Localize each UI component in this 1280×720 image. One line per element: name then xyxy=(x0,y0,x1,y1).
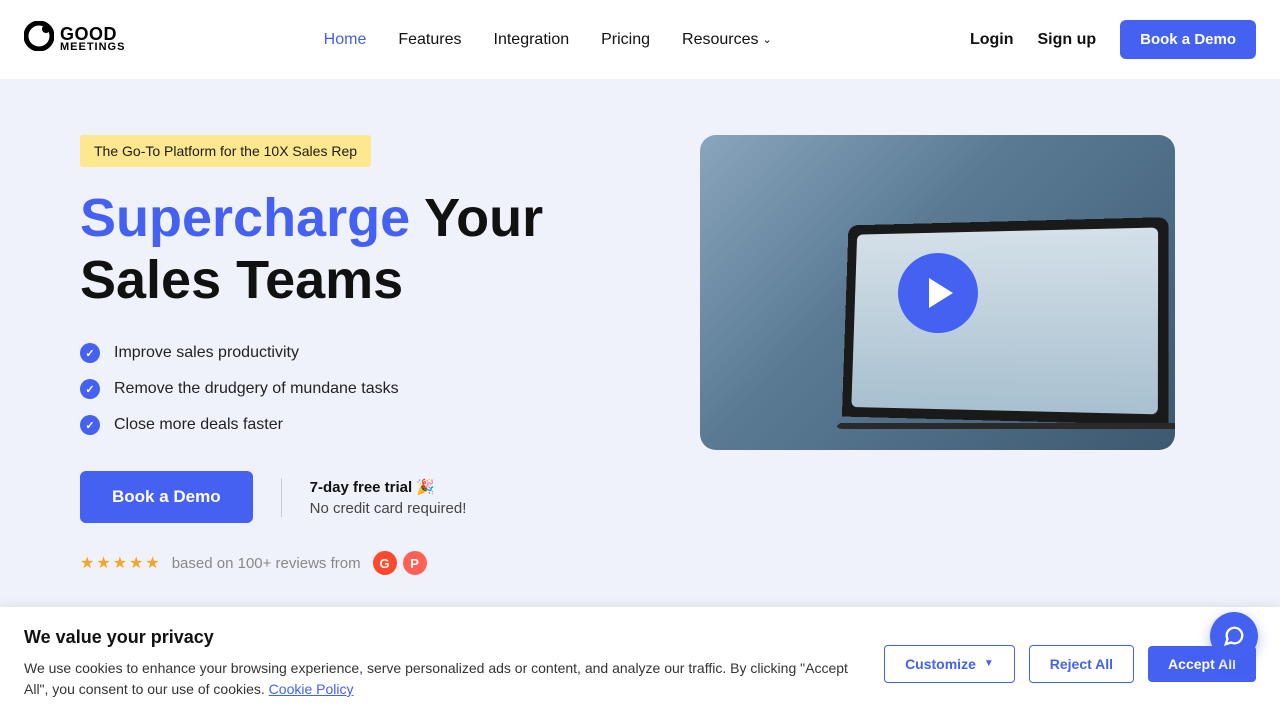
star-icon: ★ xyxy=(96,553,110,573)
cta-row: Book a Demo 7-day free trial 🎉 No credit… xyxy=(80,471,640,523)
play-button[interactable] xyxy=(898,253,978,333)
header-book-demo-button[interactable]: Book a Demo xyxy=(1120,20,1256,59)
laptop-base xyxy=(833,423,1175,429)
video-thumbnail[interactable] xyxy=(700,135,1175,450)
logo-text: GOOD MEETINGS xyxy=(60,26,125,52)
chat-widget[interactable] xyxy=(1210,612,1258,660)
trial-subtitle: No credit card required! xyxy=(310,500,467,517)
feature-item: Close more deals faster xyxy=(80,415,640,435)
cookie-policy-link[interactable]: Cookie Policy xyxy=(269,681,354,697)
cookie-title: We value your privacy xyxy=(24,627,860,648)
main-nav: Home Features Integration Pricing Resour… xyxy=(324,31,772,49)
star-icon: ★ xyxy=(113,553,127,573)
trial-title: 7-day free trial 🎉 xyxy=(310,478,467,496)
hero-video xyxy=(700,135,1175,450)
cookie-desc-text: We use cookies to enhance your browsing … xyxy=(24,660,848,697)
feature-item: Improve sales productivity xyxy=(80,343,640,363)
logo-meetings: MEETINGS xyxy=(60,43,125,53)
feature-text: Remove the drudgery of mundane tasks xyxy=(114,380,399,398)
feature-text: Close more deals faster xyxy=(114,416,283,434)
customize-label: Customize xyxy=(905,656,976,672)
hero-content: The Go-To Platform for the 10X Sales Rep… xyxy=(80,135,640,575)
hero-book-demo-button[interactable]: Book a Demo xyxy=(80,471,253,523)
logo[interactable]: GOOD MEETINGS xyxy=(24,21,125,58)
check-icon xyxy=(80,415,100,435)
review-badges: G P xyxy=(373,551,427,575)
check-icon xyxy=(80,379,100,399)
customize-button[interactable]: Customize ▼ xyxy=(884,645,1015,683)
check-icon xyxy=(80,343,100,363)
header: GOOD MEETINGS Home Features Integration … xyxy=(0,0,1280,79)
hero-section: The Go-To Platform for the 10X Sales Rep… xyxy=(0,79,1280,679)
caret-down-icon: ▼ xyxy=(984,658,994,669)
feature-list: Improve sales productivity Remove the dr… xyxy=(80,343,640,435)
hero-title: Supercharge Your Sales Teams xyxy=(80,187,640,311)
feature-text: Improve sales productivity xyxy=(114,344,299,362)
laptop-screen xyxy=(851,228,1158,415)
nav-resources-label: Resources xyxy=(682,31,758,49)
cookie-banner: We value your privacy We use cookies to … xyxy=(0,607,1280,720)
logo-icon xyxy=(24,21,54,58)
chevron-down-icon: ⌄ xyxy=(763,33,772,46)
cookie-actions: Customize ▼ Reject All Accept All xyxy=(884,645,1256,683)
hero-title-highlight: Supercharge xyxy=(80,188,410,248)
reviews-row: ★ ★ ★ ★ ★ based on 100+ reviews from G P xyxy=(80,551,640,575)
nav-home[interactable]: Home xyxy=(324,31,367,49)
header-actions: Login Sign up Book a Demo xyxy=(970,20,1256,59)
nav-pricing[interactable]: Pricing xyxy=(601,31,650,49)
signup-link[interactable]: Sign up xyxy=(1037,31,1096,49)
producthunt-badge-icon: P xyxy=(403,551,427,575)
hero-badge: The Go-To Platform for the 10X Sales Rep xyxy=(80,135,371,167)
cookie-text: We value your privacy We use cookies to … xyxy=(24,627,860,700)
laptop-graphic xyxy=(842,217,1169,425)
chat-icon xyxy=(1223,625,1245,647)
reject-all-button[interactable]: Reject All xyxy=(1029,645,1134,683)
nav-features[interactable]: Features xyxy=(398,31,461,49)
g2-badge-icon: G xyxy=(373,551,397,575)
nav-resources[interactable]: Resources ⌄ xyxy=(682,31,772,49)
feature-item: Remove the drudgery of mundane tasks xyxy=(80,379,640,399)
star-icon: ★ xyxy=(145,553,159,573)
cookie-description: We use cookies to enhance your browsing … xyxy=(24,658,860,700)
nav-integration[interactable]: Integration xyxy=(494,31,570,49)
login-link[interactable]: Login xyxy=(970,31,1014,49)
trial-info: 7-day free trial 🎉 No credit card requir… xyxy=(281,478,467,517)
play-icon xyxy=(929,278,953,308)
star-icon: ★ xyxy=(129,553,143,573)
star-icon: ★ xyxy=(80,553,94,573)
reviews-text: based on 100+ reviews from xyxy=(172,555,361,572)
star-rating: ★ ★ ★ ★ ★ xyxy=(80,553,160,573)
